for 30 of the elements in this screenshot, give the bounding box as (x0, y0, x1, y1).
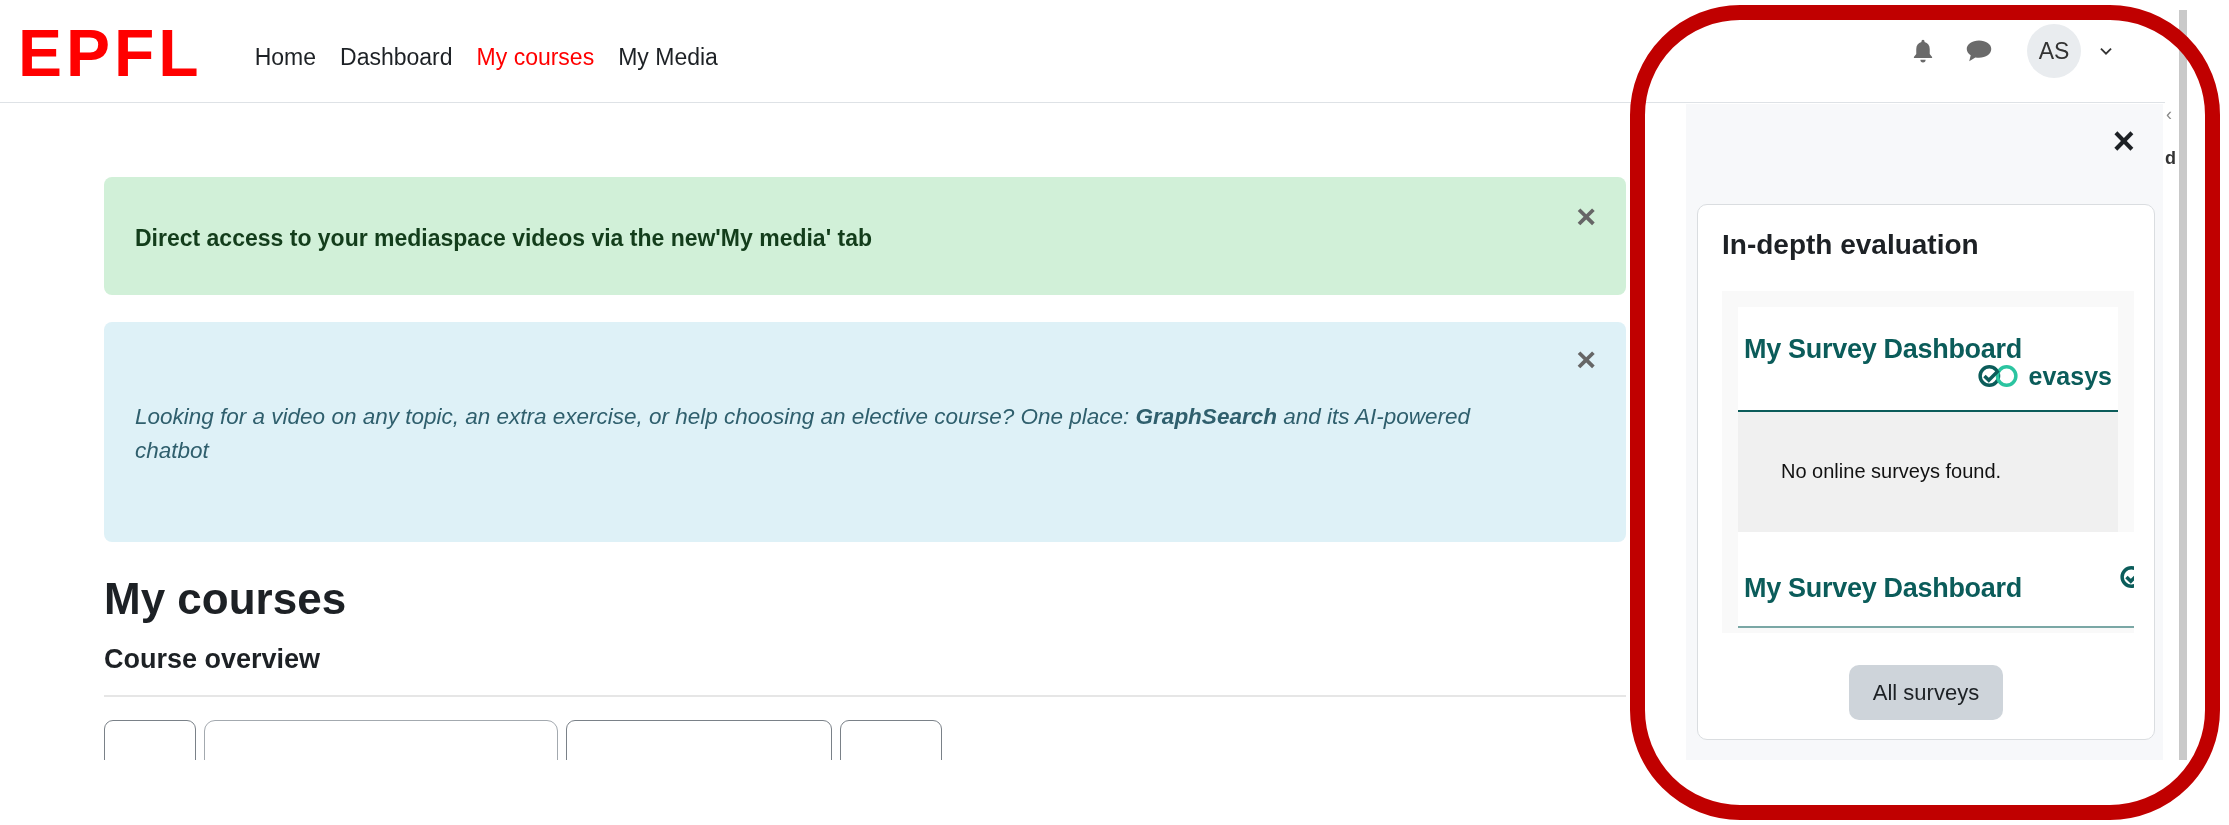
logo-text: evasys (2028, 363, 2112, 389)
close-button[interactable]: × (2112, 122, 2135, 160)
logo[interactable]: EPFL (18, 20, 203, 86)
nav-link[interactable]: Home (254, 43, 317, 71)
dropdown-button[interactable] (566, 720, 832, 760)
partial-text: d (2165, 148, 2176, 169)
user-avatar[interactable]: AS (2027, 24, 2081, 78)
page-title: My courses (104, 573, 348, 625)
scrollbar[interactable] (2179, 10, 2187, 760)
close-button[interactable]: × (1576, 199, 1596, 233)
bell-icon[interactable] (1911, 38, 1935, 64)
search-field[interactable] (204, 720, 558, 760)
chevron-text: ‹ (2166, 104, 2172, 125)
empty-message: No online surveys found. (1738, 412, 2118, 532)
nav-link[interactable]: My courses (476, 43, 595, 71)
nav-link[interactable]: My Media (618, 43, 718, 71)
all-surveys-button[interactable]: All surveys (1849, 665, 2003, 720)
nav-link[interactable]: Dashboard (340, 43, 453, 71)
alert-message: Looking for a video on any topic, an extra exercise, or help choosing an elective course? One place: GraphSearch and its AI-powered chatbot (134, 403, 1472, 465)
dropdown-button[interactable] (840, 720, 942, 760)
survey-title: My Survey Dashboard (1743, 572, 2022, 604)
link-check-icon (1976, 363, 2019, 389)
block-title: In-depth evaluation (1722, 228, 1980, 262)
chevron-down-icon[interactable] (2099, 46, 2113, 56)
chat-icon[interactable] (1965, 39, 1993, 63)
dropdown-button[interactable] (104, 720, 196, 760)
survey-title: My Survey Dashboard (1743, 333, 2022, 365)
section-title: Course overview (104, 643, 322, 676)
close-button[interactable]: × (1576, 342, 1596, 376)
alert-message: Direct access to your mediaspace videos via the new'My media' tab (134, 224, 872, 253)
